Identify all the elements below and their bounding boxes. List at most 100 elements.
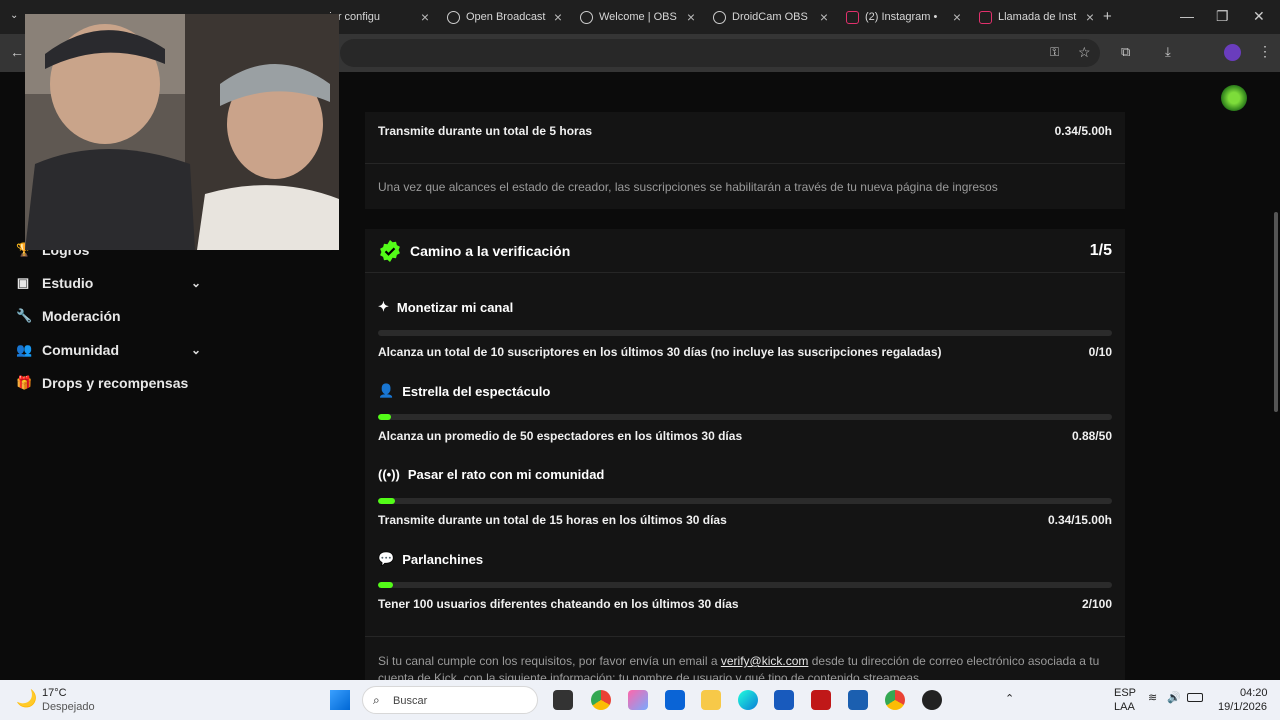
webcam-image [25, 14, 339, 250]
address-bar[interactable] [340, 39, 1100, 67]
section-title: Parlanchines [402, 551, 484, 567]
close-icon[interactable]: × [953, 9, 961, 25]
outlook-icon[interactable] [665, 690, 685, 710]
windows-start-icon[interactable] [330, 690, 350, 710]
requirement-value: 0.88/50 [1071, 429, 1112, 443]
taskbar-search[interactable]: ⌕ Buscar [362, 686, 538, 714]
tab-open-broadcast[interactable]: Open Broadcast × [439, 0, 572, 34]
key-icon[interactable]: ⚿ [1050, 45, 1059, 60]
obs-taskbar-icon[interactable] [922, 690, 942, 710]
studio-icon: ▣ [16, 275, 30, 290]
progress-bar [378, 498, 1112, 504]
chrome-icon[interactable] [591, 690, 611, 710]
copilot-icon[interactable] [628, 690, 648, 710]
chevron-down-icon[interactable]: ⌄ [191, 276, 201, 290]
requirement-text: Alcanza un promedio de 50 espectadores e… [378, 429, 743, 443]
requirement-text: Tener 100 usuarios diferentes chateando … [378, 597, 739, 611]
gift-icon: 🎁 [16, 375, 33, 390]
weather-icon[interactable]: 🌙 [16, 689, 37, 709]
minimize-icon[interactable]: — [1180, 8, 1194, 24]
download-icon[interactable]: ⤓ [1165, 44, 1171, 60]
requirement-text: Alcanza un total de 10 suscriptores en l… [378, 345, 942, 359]
requirement-value: 0/10 [1088, 345, 1112, 359]
task-view-icon[interactable] [553, 690, 573, 710]
search-placeholder: Buscar [393, 695, 428, 707]
section-title: Pasar el rato con mi comunidad [407, 467, 605, 482]
back-icon[interactable]: ← [10, 44, 24, 60]
word-icon[interactable] [774, 690, 794, 710]
verification-footer: Si tu canal cumple con los requisitos, p… [378, 653, 1113, 680]
sidebar-item-moderacion[interactable]: 🔧 Moderación [16, 308, 201, 324]
weather-desc[interactable]: Despejado [42, 701, 95, 713]
globe-icon [580, 10, 593, 24]
volume-icon[interactable]: 🔊 [1167, 691, 1181, 704]
scrollbar[interactable] [1274, 212, 1278, 412]
close-icon[interactable]: × [687, 9, 695, 25]
progress-fill [378, 414, 392, 420]
mcafee-icon[interactable] [811, 690, 831, 710]
new-tab-button[interactable]: + [1103, 8, 1112, 25]
sparkle-icon: ✦ [378, 299, 389, 314]
chrome-active-icon[interactable] [885, 690, 905, 710]
sidebar-item-estudio[interactable]: ▣ Estudio ⌄ [16, 275, 201, 291]
clock-time[interactable]: 04:20 [1240, 687, 1268, 699]
tab-title: DroidCam OBS [732, 11, 808, 23]
close-icon[interactable]: × [1086, 9, 1094, 25]
extensions-icon[interactable]: ⧉ [1121, 44, 1130, 60]
lang-indicator[interactable]: ESP [1114, 687, 1136, 699]
divider [365, 163, 1125, 164]
lang-indicator-sub[interactable]: LAA [1114, 701, 1135, 713]
webcam-overlay [25, 14, 339, 250]
tab-welcome-obs[interactable]: Welcome | OBS × [572, 0, 705, 34]
tab-title: Welcome | OBS [599, 11, 677, 23]
footer-text: Si tu canal cumple con los requisitos, p… [378, 654, 718, 668]
verified-badge-icon [380, 240, 400, 262]
progress-bar [378, 414, 1112, 420]
close-icon[interactable]: × [554, 9, 562, 25]
chevron-down-icon[interactable]: ⌄ [191, 343, 201, 357]
requirement-value: 2/100 [1081, 597, 1112, 611]
chat-bubble-icon: 💬 [378, 551, 395, 566]
sidebar-item-drops[interactable]: 🎁 Drops y recompensas [16, 375, 201, 391]
divider [365, 272, 1125, 273]
maximize-icon[interactable]: ❐ [1216, 8, 1229, 25]
wifi-icon[interactable]: ≋ [1148, 691, 1157, 704]
creator-status-card: Transmite durante un total de 5 horas 0.… [365, 112, 1125, 209]
sidebar-item-label: Estudio [42, 275, 94, 291]
tab-llamada[interactable]: Llamada de Inst × [971, 0, 1104, 34]
weather-temp[interactable]: 17°C [42, 687, 67, 699]
store-icon[interactable] [848, 690, 868, 710]
close-icon[interactable]: × [421, 9, 429, 25]
tab-droidcam[interactable]: DroidCam OBS × [705, 0, 838, 34]
progress-bar [378, 582, 1112, 588]
requirement-value: 0.34/5.00h [1054, 124, 1112, 138]
sidebar-item-label: Comunidad [42, 342, 119, 358]
viewers-icon: 👤 [378, 383, 395, 398]
close-icon[interactable]: × [820, 9, 828, 25]
battery-icon[interactable] [1187, 693, 1203, 702]
tray-chevron-icon[interactable]: ⌃ [1005, 692, 1014, 705]
verification-header: Camino a la verificación [378, 239, 570, 263]
people-icon: 👥 [16, 342, 33, 357]
menu-icon[interactable]: ⋮ [1258, 43, 1272, 60]
profile-avatar[interactable] [1224, 44, 1241, 61]
section-star: 👤 Estrella del espectáculo [378, 383, 550, 399]
windows-taskbar: 🌙 17°C Despejado ⌕ Buscar ⌃ ESP LAA ≋ 🔊 … [0, 680, 1280, 720]
section-chatters: 💬 Parlanchines [378, 551, 483, 567]
droidcam-icon [713, 10, 726, 24]
tab-title: Llamada de Inst [998, 11, 1077, 23]
clock-date[interactable]: 19/1/2026 [1218, 701, 1267, 713]
section-hangout: ((•)) Pasar el rato con mi comunidad [378, 467, 604, 482]
explorer-icon[interactable] [701, 690, 721, 710]
window-close-icon[interactable]: ✕ [1253, 8, 1265, 25]
edge-icon[interactable] [738, 690, 758, 710]
star-icon[interactable]: ☆ [1078, 44, 1091, 61]
footer-text: desde tu dirección de correo electrónico… [811, 654, 1076, 668]
verification-progress: 1/5 [1089, 242, 1112, 259]
sidebar-item-comunidad[interactable]: 👥 Comunidad ⌄ [16, 342, 201, 358]
user-avatar[interactable] [1221, 85, 1247, 111]
tab-instagram[interactable]: (2) Instagram • × [838, 0, 971, 34]
progress-bar [378, 330, 1112, 336]
tab-search-icon[interactable]: ⌄ [10, 10, 18, 21]
verify-email-link[interactable]: verify@kick.com [721, 654, 809, 668]
